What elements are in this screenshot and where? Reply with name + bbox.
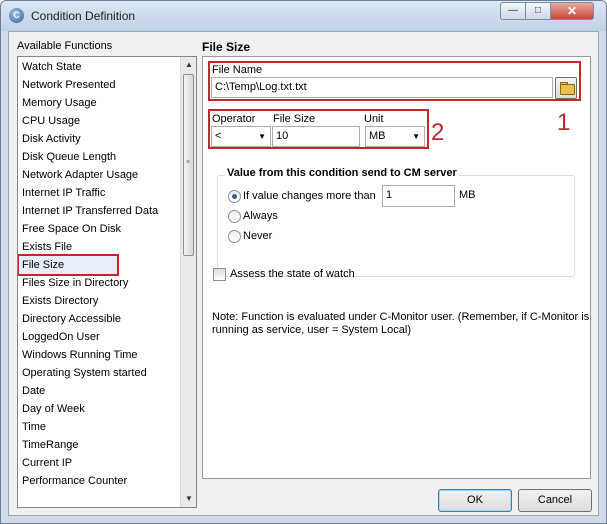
cancel-button[interactable]: Cancel [518,489,592,512]
list-item[interactable]: Disk Activity [22,130,180,148]
scroll-down-icon[interactable]: ▼ [181,491,196,507]
annotation-marker-2: 2 [431,119,445,146]
list-item[interactable]: Time [22,418,180,436]
list-item[interactable]: Operating System started [22,364,180,382]
highlight-box-1 [208,61,581,101]
radio-if-value-changes[interactable] [228,190,241,203]
list-item[interactable]: Watch State [22,58,180,76]
radio-never-label[interactable]: Never [243,230,272,242]
list-item[interactable]: Network Presented [22,76,180,94]
list-item[interactable]: TimeRange [22,436,180,454]
list-item[interactable]: Free Space On Disk [22,220,180,238]
available-functions-list[interactable]: Performance Counter Current IP TimeRange Ti… [17,56,197,508]
list-item[interactable]: Disk Queue Length [22,148,180,166]
list-item[interactable]: Internet IP Transferred Data [22,202,180,220]
change-threshold-input[interactable]: 1 [382,185,455,207]
list-item[interactable]: Internet IP Traffic [22,184,180,202]
ok-button[interactable]: OK [438,489,512,512]
send-condition-group-title: Value from this condition send to CM ser… [225,167,459,179]
list-item[interactable]: Memory Usage [22,94,180,112]
list-item[interactable]: Directory Accessible [22,310,180,328]
condition-definition-window: C Condition Definition — □ ✕ Available F… [0,0,607,524]
file-size-panel: File Name C:\Temp\Log.txt.txt 1 Operator… [202,56,591,479]
list-item-selected[interactable]: File Size [18,254,119,276]
annotation-marker-1: 1 [557,109,571,136]
list-item[interactable]: Date [22,382,180,400]
radio-always[interactable] [228,210,241,223]
functions-scrollbar[interactable]: ▲ ≡ ▼ [180,57,196,507]
radio-if-value-changes-label[interactable]: If value changes more than [243,190,376,202]
window-title: Condition Definition [31,9,136,23]
list-item[interactable]: CPU Usage [22,112,180,130]
assess-state-checkbox[interactable] [213,268,226,281]
minimize-button[interactable]: — [500,2,526,20]
list-item[interactable]: Exists Directory [22,292,180,310]
highlight-box-2 [208,109,429,149]
close-button[interactable]: ✕ [550,2,594,20]
change-unit-label: MB [459,189,476,201]
list-item[interactable]: Exists File [22,238,180,256]
list-item[interactable]: Network Adapter Usage [22,166,180,184]
list-item[interactable]: Day of Week [22,400,180,418]
list-item[interactable]: Performance Counter [22,472,180,490]
list-item[interactable]: Windows Running Time [22,346,180,364]
radio-never[interactable] [228,230,241,243]
note-line-1: Note: Function is evaluated under C-Moni… [212,311,590,323]
radio-always-label[interactable]: Always [243,210,278,222]
dialog-client-area: Available Functions Performance Counter C… [8,31,599,516]
grip-icon: ≡ [186,159,191,166]
scroll-thumb[interactable]: ≡ [183,74,194,256]
scroll-up-icon[interactable]: ▲ [181,57,196,73]
app-icon: C [9,8,24,23]
list-item[interactable]: Current IP [22,454,180,472]
assess-state-label[interactable]: Assess the state of watch [230,268,355,280]
available-functions-heading: Available Functions [17,40,113,52]
list-item[interactable]: LoggedOn User [22,328,180,346]
maximize-button[interactable]: □ [525,2,551,20]
list-item[interactable]: Files Size in Directory [22,274,180,292]
panel-title: File Size [202,40,251,54]
title-bar[interactable]: C Condition Definition — □ ✕ [1,1,606,31]
note-line-2: running as service, user = System Local) [212,324,412,336]
